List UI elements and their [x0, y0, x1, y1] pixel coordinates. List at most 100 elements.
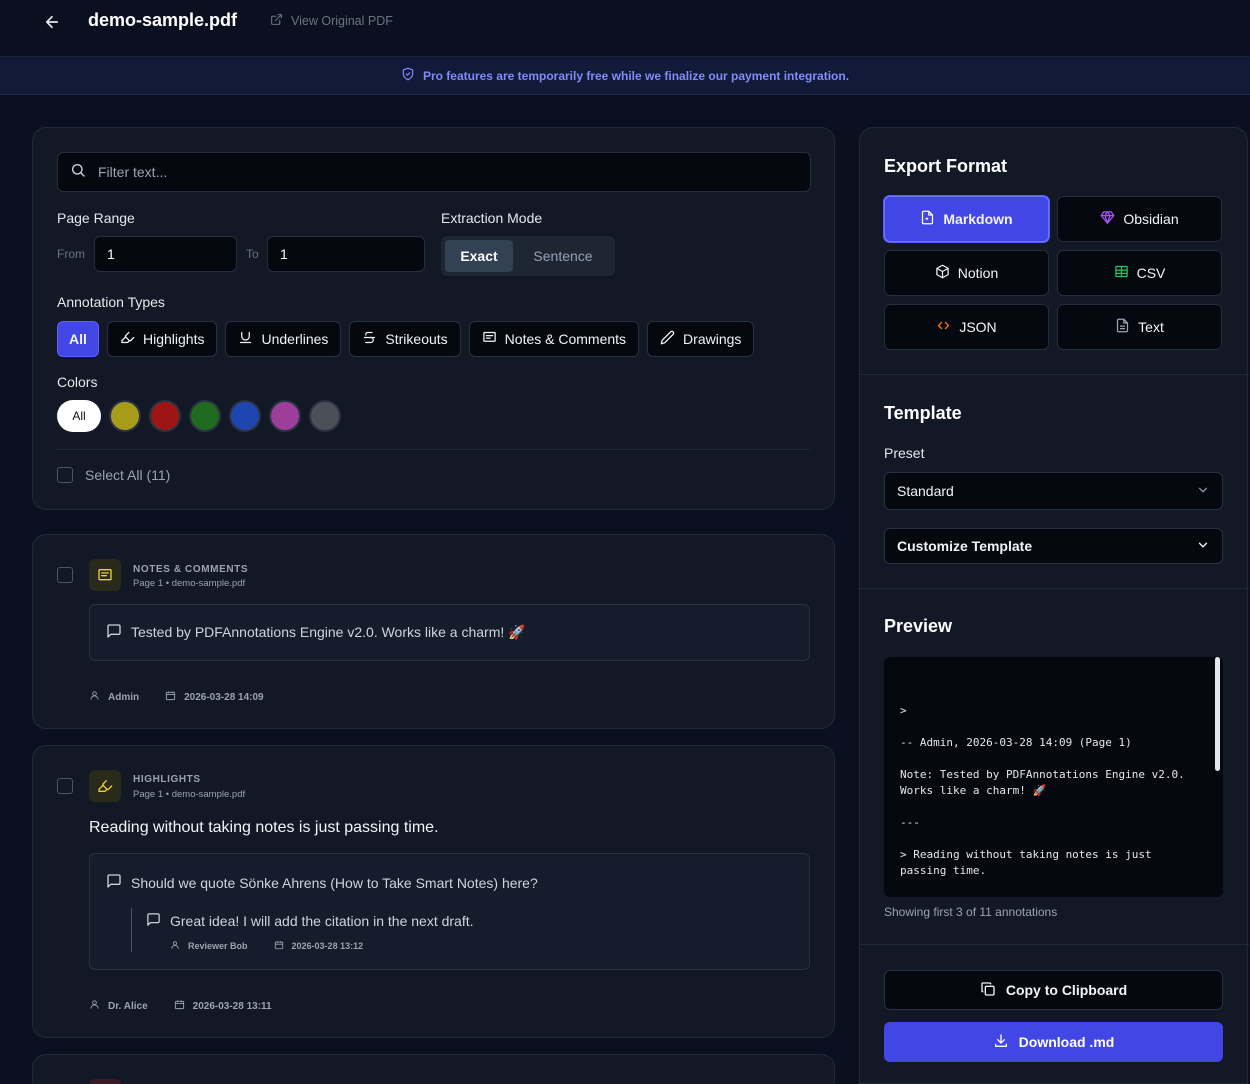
search-input[interactable]	[98, 164, 778, 180]
annotation-author: Admin	[108, 691, 140, 703]
preset-select[interactable]: Standard	[884, 472, 1223, 510]
reply-row: Great idea! I will add the citation in t…	[146, 912, 474, 930]
color-swatch-purple[interactable]	[269, 400, 301, 432]
highlighted-text: Reading without taking notes is just pas…	[89, 819, 439, 836]
text-file-icon	[1115, 318, 1130, 336]
type-highlights-button[interactable]: Highlights	[107, 321, 218, 357]
download-button[interactable]: Download .md	[884, 1022, 1223, 1062]
type-all-button[interactable]: All	[57, 321, 99, 357]
download-label: Download .md	[1018, 1034, 1115, 1050]
type-notes-button[interactable]: Notes & Comments	[468, 321, 640, 357]
format-notion-label: Notion	[957, 265, 999, 281]
annotation-date: 2026-03-28 13:11	[192, 1000, 272, 1012]
extraction-mode-label: Extraction Mode	[441, 210, 543, 226]
search-field[interactable]	[57, 152, 811, 192]
filter-divider	[57, 449, 811, 450]
color-swatch-red[interactable]	[149, 400, 181, 432]
extraction-mode-toggle: Exact Sentence	[441, 236, 615, 276]
type-all-label: All	[69, 331, 87, 347]
format-csv-button[interactable]: CSV	[1057, 250, 1222, 296]
type-drawings-button[interactable]: Drawings	[647, 321, 755, 357]
annotation-checkbox[interactable]	[57, 778, 73, 794]
color-swatch-green[interactable]	[189, 400, 221, 432]
format-json-label: JSON	[959, 319, 997, 335]
copy-to-clipboard-button[interactable]: Copy to Clipboard	[884, 970, 1223, 1010]
color-swatch-yellow[interactable]	[109, 400, 141, 432]
customize-template-toggle[interactable]: Customize Template	[884, 528, 1223, 564]
comment-thread: Should we quote Sönke Ahrens (How to Tak…	[89, 853, 810, 970]
mode-sentence-button[interactable]: Sentence	[515, 240, 611, 272]
calendar-icon	[274, 940, 284, 952]
comment-row: Should we quote Sönke Ahrens (How to Tak…	[106, 873, 538, 892]
pencil-icon	[660, 330, 675, 348]
format-text-button[interactable]: Text	[1057, 304, 1222, 350]
comment-text: Should we quote Sönke Ahrens (How to Tak…	[131, 874, 538, 891]
color-swatch-blue[interactable]	[229, 400, 261, 432]
type-notes-label: Notes & Comments	[504, 331, 627, 347]
from-page-input[interactable]: 1	[94, 236, 237, 272]
note-row: Tested by PDFAnnotations Engine v2.0. Wo…	[106, 623, 526, 642]
reply-author: Reviewer Bob	[188, 941, 248, 951]
banner-text: Pro features are temporarily free while …	[422, 68, 850, 83]
format-notion-button[interactable]: Notion	[884, 250, 1049, 296]
annotation-card: NOTES & COMMENTS Page 1 • demo-sample.pd…	[32, 534, 835, 729]
preview-scrollbar[interactable]	[1215, 657, 1220, 771]
page-range-label: Page Range	[57, 210, 135, 226]
select-all-checkbox[interactable]	[57, 467, 73, 483]
color-swatch-gray[interactable]	[309, 400, 341, 432]
customize-template-label: Customize Template	[897, 538, 1033, 554]
view-original-link[interactable]: View Original PDF	[270, 13, 393, 29]
annotation-type-icon	[89, 1079, 121, 1084]
calendar-icon	[174, 999, 185, 1013]
strikethrough-icon	[362, 330, 377, 348]
type-strikeouts-button[interactable]: Strikeouts	[349, 321, 461, 357]
annotation-card	[32, 1054, 835, 1084]
format-markdown-label: Markdown	[943, 211, 1013, 227]
back-arrow-icon[interactable]	[40, 10, 64, 34]
markdown-file-icon	[920, 210, 935, 228]
download-icon	[993, 1033, 1009, 1052]
user-icon	[89, 999, 100, 1013]
section-divider	[860, 944, 1249, 945]
type-drawings-label: Drawings	[683, 331, 742, 347]
user-icon	[89, 690, 100, 704]
type-underlines-button[interactable]: Underlines	[225, 321, 342, 357]
copy-label: Copy to Clipboard	[1005, 982, 1128, 998]
reply-comment-icon	[146, 912, 161, 930]
type-strikeouts-label: Strikeouts	[385, 331, 448, 347]
colors-label: Colors	[57, 374, 98, 390]
format-markdown-button[interactable]: Markdown	[884, 196, 1049, 242]
top-bar: demo-sample.pdf View Original PDF	[0, 0, 1250, 57]
annotation-author: Dr. Alice	[108, 1000, 148, 1012]
preview-box[interactable]: > -- Admin, 2026-03-28 14:09 (Page 1) No…	[884, 657, 1223, 897]
note-type-icon	[89, 559, 121, 591]
format-grid: Markdown Obsidian Notion CSV JSON Text	[884, 196, 1222, 350]
annotation-source: Page 1 • demo-sample.pdf	[133, 789, 246, 800]
highlighter-icon	[120, 330, 135, 348]
copy-icon	[980, 981, 996, 1000]
from-label: From	[57, 247, 85, 261]
annotation-checkbox[interactable]	[57, 567, 73, 583]
section-divider	[860, 588, 1249, 589]
export-panel: Export Format Markdown Obsidian Notion C…	[859, 127, 1249, 1084]
mode-exact-button[interactable]: Exact	[445, 240, 513, 272]
preset-value: Standard	[897, 483, 954, 499]
color-all-button[interactable]: All	[57, 400, 101, 432]
table-icon	[1114, 264, 1129, 282]
annotation-meta: Admin 2026-03-28 14:09	[89, 690, 264, 704]
document-title: demo-sample.pdf	[88, 10, 238, 30]
format-obsidian-label: Obsidian	[1123, 211, 1179, 227]
view-original-label: View Original PDF	[291, 14, 393, 28]
calendar-icon	[165, 690, 176, 704]
chevron-down-icon	[1196, 483, 1210, 500]
to-page-input[interactable]: 1	[267, 236, 425, 272]
underline-icon	[238, 330, 253, 348]
format-obsidian-button[interactable]: Obsidian	[1057, 196, 1222, 242]
select-all-row[interactable]: Select All (11)	[57, 467, 170, 483]
select-all-label: Select All (11)	[85, 467, 171, 483]
filter-panel: Page Range From 1 To 1 Extraction Mode E…	[32, 127, 835, 510]
code-icon	[936, 318, 951, 336]
section-divider	[860, 374, 1249, 375]
chevron-down-icon	[1196, 538, 1210, 555]
format-json-button[interactable]: JSON	[884, 304, 1049, 350]
